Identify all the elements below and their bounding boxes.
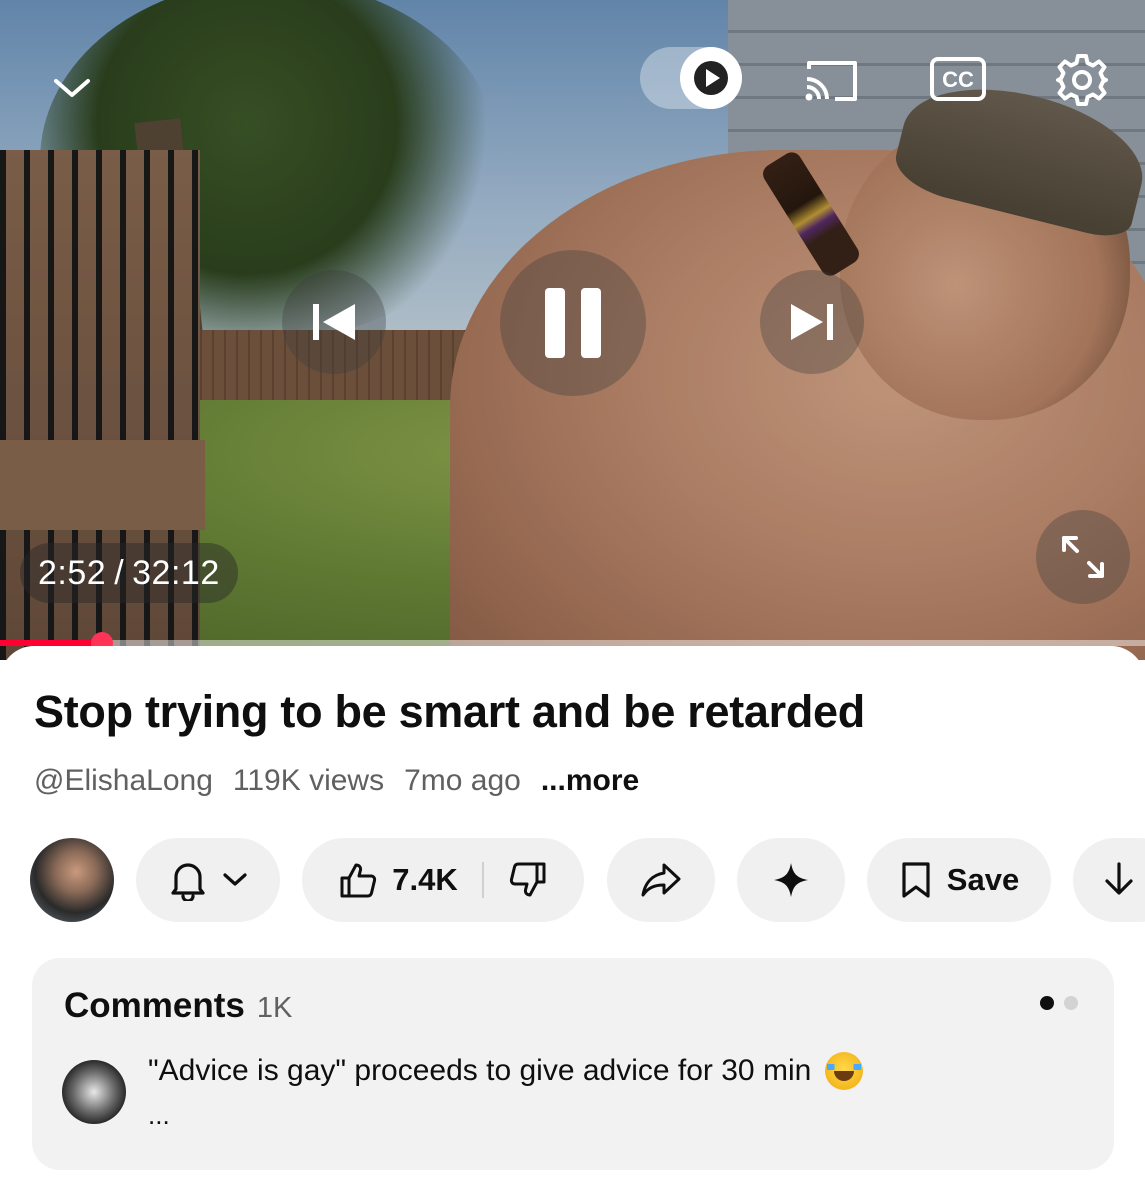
pause-button[interactable] — [500, 250, 646, 396]
ask-button[interactable] — [737, 838, 845, 922]
fullscreen-button[interactable] — [1036, 510, 1130, 604]
bookmark-icon — [902, 862, 930, 898]
thumbs-down-icon[interactable] — [508, 860, 548, 900]
channel-avatar[interactable] — [30, 838, 114, 922]
video-title[interactable]: Stop trying to be smart and be retarded — [34, 686, 865, 738]
play-icon — [694, 61, 728, 95]
cc-label: CC — [942, 67, 974, 92]
download-button[interactable] — [1073, 838, 1145, 922]
comments-teaser[interactable]: Comments 1K "Advice is gay" proceeds to … — [32, 958, 1114, 1170]
skip-next-icon — [791, 304, 833, 340]
save-label: Save — [946, 862, 1020, 897]
comment-ellipsis: ... — [148, 1100, 170, 1130]
subscription-bell-button[interactable] — [136, 838, 280, 922]
video-metadata[interactable]: @ElishaLong 119K views 7mo ago ...more — [34, 764, 639, 798]
sparkle-icon — [774, 863, 808, 897]
current-time: 2:52 — [38, 554, 107, 592]
cast-icon[interactable] — [800, 52, 862, 108]
share-button[interactable] — [607, 838, 715, 922]
commenter-avatar — [62, 1060, 126, 1124]
autoplay-toggle[interactable] — [640, 47, 742, 109]
carousel-dot-active — [1040, 996, 1054, 1010]
video-info-sheet: Stop trying to be smart and be retarded … — [0, 646, 1145, 1200]
channel-handle[interactable]: @ElishaLong — [34, 764, 213, 798]
top-comment: "Advice is gay" proceeds to give advice … — [148, 1052, 864, 1090]
upload-age: 7mo ago — [404, 764, 521, 797]
like-divider — [481, 862, 484, 898]
skip-previous-button[interactable] — [282, 270, 386, 374]
top-comment-text: "Advice is gay" proceeds to give advice … — [148, 1054, 812, 1087]
bell-icon — [171, 863, 205, 901]
like-dislike-group: 7.4K — [302, 838, 584, 922]
save-button[interactable]: Save — [867, 838, 1051, 922]
comments-heading: Comments 1K — [64, 986, 292, 1026]
comments-count: 1K — [256, 992, 293, 1024]
gear-icon[interactable] — [1052, 50, 1112, 110]
view-count: 119K views — [232, 764, 385, 797]
video-player[interactable]: CC 2:52 / 32:12 — [0, 0, 1145, 660]
skip-previous-icon — [313, 304, 355, 340]
time-separator: / — [114, 554, 125, 592]
time-display: 2:52 / 32:12 — [20, 543, 238, 603]
comments-title: Comments — [64, 986, 245, 1025]
chevron-down-icon — [223, 873, 247, 886]
fullscreen-icon — [1062, 536, 1104, 578]
action-row: 7.4K Save — [30, 838, 1145, 922]
share-icon — [641, 863, 681, 897]
like-count[interactable]: 7.4K — [392, 862, 457, 898]
chevron-down-icon[interactable] — [48, 68, 96, 108]
video-duration: 32:12 — [132, 554, 220, 592]
carousel-dots — [1040, 996, 1078, 1010]
carousel-dot — [1064, 996, 1078, 1010]
thumbs-up-icon[interactable] — [338, 860, 378, 900]
laughing-emoji-icon — [825, 1052, 864, 1090]
skip-next-button[interactable] — [760, 270, 864, 374]
autoplay-knob — [680, 47, 742, 109]
more-link[interactable]: ...more — [541, 764, 639, 798]
download-icon — [1105, 862, 1133, 895]
cc-icon[interactable]: CC — [928, 55, 988, 103]
pause-icon — [545, 288, 601, 358]
